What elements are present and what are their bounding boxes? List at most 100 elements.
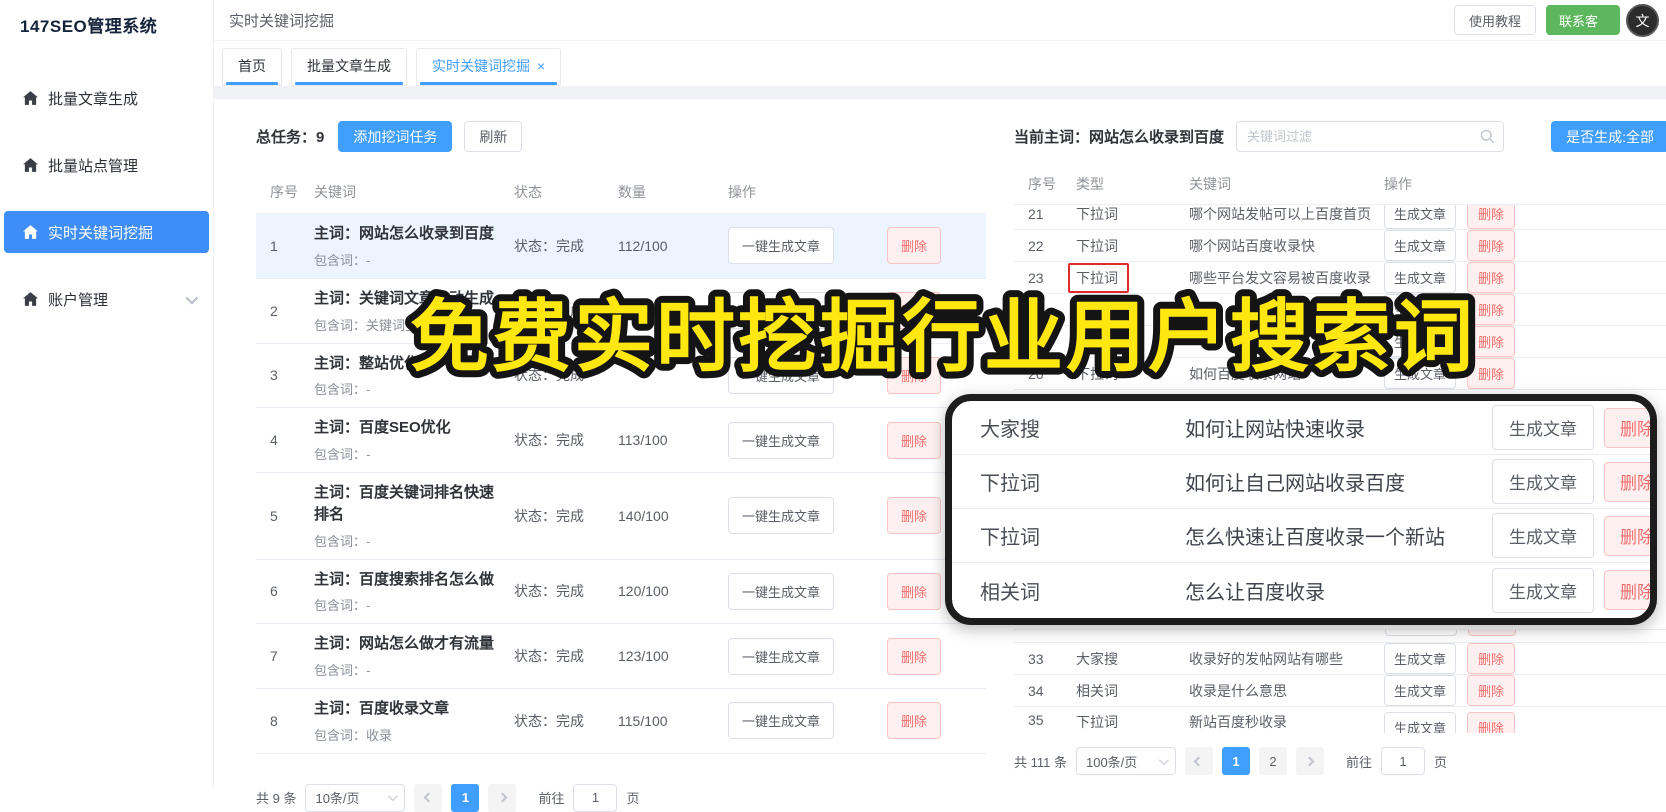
prev-page-button[interactable] [1184, 747, 1213, 775]
tab-batch-article[interactable]: 批量文章生成 [291, 48, 407, 86]
list-item[interactable]: 26 下拉词 如何百度收录网站 生成文章 删除 [1014, 358, 1666, 390]
delete-button[interactable]: 删除 [1467, 294, 1516, 325]
sidebar-item-keyword-mining[interactable]: 实时关键词挖掘 [4, 211, 209, 253]
search-icon [1480, 129, 1495, 149]
task-include-words: 包含词：- [314, 598, 371, 614]
translate-extension-icon[interactable]: 文 [1626, 4, 1659, 37]
generate-article-button[interactable]: 生成文章 [1492, 513, 1594, 558]
page-number-button[interactable]: 1 [451, 783, 480, 812]
page-number-button[interactable]: 1 [1221, 747, 1250, 775]
generate-article-button[interactable]: 生成文章 [1384, 262, 1457, 293]
delete-button[interactable]: 删除 [887, 702, 942, 740]
prev-page-button[interactable] [414, 783, 443, 812]
generate-article-button[interactable]: 生成文章 [1384, 643, 1457, 674]
sidebar-item-batch-article[interactable]: 批量文章生成 [4, 77, 209, 119]
keyword-type: 下拉词 [1076, 205, 1118, 222]
generate-article-button[interactable]: 生成文章 [1384, 358, 1457, 389]
tab-home[interactable]: 首页 [222, 48, 282, 86]
delete-button[interactable]: 删除 [1467, 675, 1516, 706]
list-item[interactable]: 21 下拉词 哪个网站发帖可以上百度首页 生成文章 删除 [1014, 205, 1666, 230]
generate-article-button[interactable]: 生成文章 [1492, 405, 1594, 450]
chevron-down-icon [1158, 754, 1169, 765]
next-page-button[interactable] [1295, 747, 1324, 775]
refresh-button[interactable]: 刷新 [464, 121, 523, 152]
list-item[interactable]: 24 下拉词 如何 生成文章 删除 [1014, 294, 1666, 326]
next-page-button[interactable] [488, 783, 517, 812]
delete-button[interactable]: 删除 [1604, 570, 1650, 610]
delete-button[interactable]: 删除 [1467, 262, 1516, 293]
row-number: 22 [1028, 237, 1044, 254]
goto-page-input[interactable] [1381, 747, 1425, 775]
add-mining-task-button[interactable]: 添加挖词任务 [338, 121, 453, 152]
table-row[interactable]: 7 主词：网站怎么做才有流量 包含词：- 状态：完成 123/100 一键生成文章… [256, 624, 986, 689]
list-item[interactable]: 34 相关词 收录是什么意思 生成文章 删除 [1014, 675, 1666, 707]
table-row[interactable]: 4 主词：百度SEO优化 包含词：- 状态：完成 113/100 一键生成文章 删除 [256, 408, 986, 473]
generate-article-button[interactable]: 一键生成文章 [728, 702, 835, 740]
goto-label: 前往 [1345, 754, 1372, 770]
delete-button[interactable]: 删除 [1604, 407, 1650, 448]
sidebar-item-label: 批量站点管理 [48, 157, 139, 175]
generate-article-button[interactable]: 一键生成文章 [728, 421, 835, 459]
page-number-button[interactable]: 2 [1258, 747, 1287, 775]
list-item[interactable]: 23 下拉词 哪些平台发文容易被百度收录 生成文章 删除 [1014, 262, 1666, 294]
generate-article-button[interactable]: 生成文章 [1384, 675, 1457, 706]
generate-article-button[interactable]: 一键生成文章 [728, 227, 835, 265]
generate-article-button[interactable]: 生成文章 [1384, 326, 1457, 357]
keyword-filter-input[interactable] [1236, 121, 1504, 152]
close-icon[interactable]: × [537, 58, 545, 74]
generate-all-button[interactable]: 是否生成:全部 [1551, 121, 1666, 152]
table-row[interactable]: 2 主词：关键词文章自动生成 包含词：关键词生成 状态：完成 100/100 一键… [256, 279, 986, 344]
task-status: 状态：完成 [514, 237, 584, 254]
generate-article-button[interactable]: 生成文章 [1384, 230, 1457, 261]
table-row[interactable]: 6 主词：百度搜索排名怎么做 包含词：- 状态：完成 120/100 一键生成文章… [256, 560, 986, 625]
tab-keyword-mining[interactable]: 实时关键词挖掘 × [416, 48, 562, 86]
generate-article-button[interactable]: 一键生成文章 [728, 637, 835, 675]
delete-button[interactable]: 删除 [1467, 712, 1516, 733]
delete-button[interactable]: 删除 [1467, 643, 1516, 674]
table-row[interactable]: 1 主词：网站怎么收录到百度 包含词：- 状态：完成 112/100 一键生成文章… [256, 214, 986, 279]
delete-button[interactable]: 删除 [1467, 326, 1516, 357]
delete-button[interactable]: 删除 [1467, 205, 1516, 229]
tutorial-button[interactable]: 使用教程 [1453, 5, 1536, 35]
table-row[interactable]: 8 主词：百度收录文章 包含词：收录 状态：完成 115/100 一键生成文章 删除 [256, 689, 986, 754]
list-item[interactable]: 35 下拉词 新站百度秒收录 生成文章 删除 [1014, 707, 1666, 733]
goto-page-input[interactable] [573, 783, 618, 812]
delete-button[interactable]: 删除 [1604, 515, 1650, 556]
generate-article-button[interactable]: 一键生成文章 [728, 356, 835, 394]
current-main-keyword-label: 当前主词：网站怎么收录到百度 [1014, 129, 1225, 146]
delete-button[interactable]: 删除 [887, 497, 942, 535]
table-row[interactable]: 5 主词：百度关键词排名快速排名 包含词：- 状态：完成 140/100 一键生成… [256, 473, 986, 560]
delete-button[interactable]: 删除 [887, 292, 942, 330]
delete-button[interactable]: 删除 [887, 637, 942, 675]
generate-article-button[interactable]: 生成文章 [1384, 294, 1457, 325]
delete-button[interactable]: 删除 [887, 356, 942, 394]
delete-button[interactable]: 删除 [887, 572, 942, 610]
list-item[interactable]: 33 大家搜 收录好的发帖网站有哪些 生成文章 删除 [1014, 643, 1666, 675]
page-size-select[interactable]: 100条/页 [1075, 747, 1176, 775]
list-item[interactable]: 22 下拉词 哪个网站百度收录快 生成文章 删除 [1014, 230, 1666, 262]
tasks-table: 序号 关键词 状态 数量 操作 1 主词：网站怎么收录到百度 包含词：- 状态：完… [256, 172, 986, 754]
table-row[interactable]: 3 主词：整站优化 包含词：- 状态：完成 一键生成文章 删除 [256, 344, 986, 409]
generate-article-button[interactable]: 一键生成文章 [728, 572, 835, 610]
delete-button[interactable]: 删除 [1604, 461, 1650, 502]
generate-article-button[interactable]: 生成文章 [1384, 205, 1457, 229]
delete-button[interactable]: 删除 [887, 227, 942, 265]
home-icon [23, 225, 38, 239]
generate-article-button[interactable]: 一键生成文章 [728, 497, 835, 535]
row-number: 34 [1028, 682, 1044, 699]
contact-support-button[interactable]: 联系客 [1545, 5, 1620, 35]
sidebar-item-batch-site[interactable]: 批量站点管理 [4, 144, 209, 186]
generate-article-button[interactable]: 生成文章 [1492, 567, 1594, 613]
sidebar-item-account[interactable]: 账户管理 [4, 278, 209, 320]
list-item[interactable]: 25 大家搜 生成文章 删除 [1014, 326, 1666, 358]
generate-article-button[interactable]: 生成文章 [1492, 459, 1594, 504]
delete-button[interactable]: 删除 [887, 421, 942, 459]
delete-button[interactable]: 删除 [1467, 230, 1516, 261]
row-number: 8 [270, 712, 278, 729]
sidebar-nav: 批量文章生成 批量站点管理 实时关键词挖掘 账户管理 [0, 77, 213, 320]
delete-button[interactable]: 删除 [1467, 358, 1516, 389]
page-size-select[interactable]: 10条/页 [305, 783, 406, 812]
keyword-type: 大家搜 [980, 419, 1040, 441]
generate-article-button[interactable]: 生成文章 [1384, 712, 1457, 733]
generate-article-button[interactable]: 一键生成文章 [728, 292, 835, 330]
